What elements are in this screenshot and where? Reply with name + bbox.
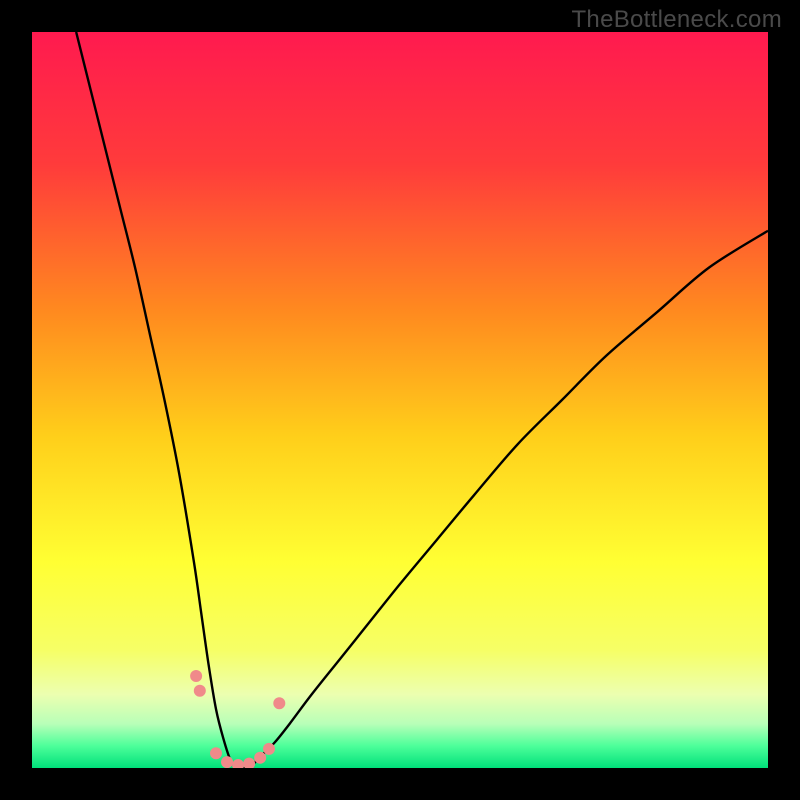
data-marker [263, 743, 275, 755]
data-marker [273, 697, 285, 709]
watermark-text: TheBottleneck.com [571, 6, 782, 34]
plot-svg [32, 32, 768, 768]
data-marker [221, 756, 233, 768]
data-marker [254, 752, 266, 764]
data-marker [190, 670, 202, 682]
data-marker [210, 747, 222, 759]
chart-frame: TheBottleneck.com [0, 0, 800, 800]
plot-area [32, 32, 768, 768]
data-marker [194, 685, 206, 697]
gradient-background [32, 32, 768, 768]
